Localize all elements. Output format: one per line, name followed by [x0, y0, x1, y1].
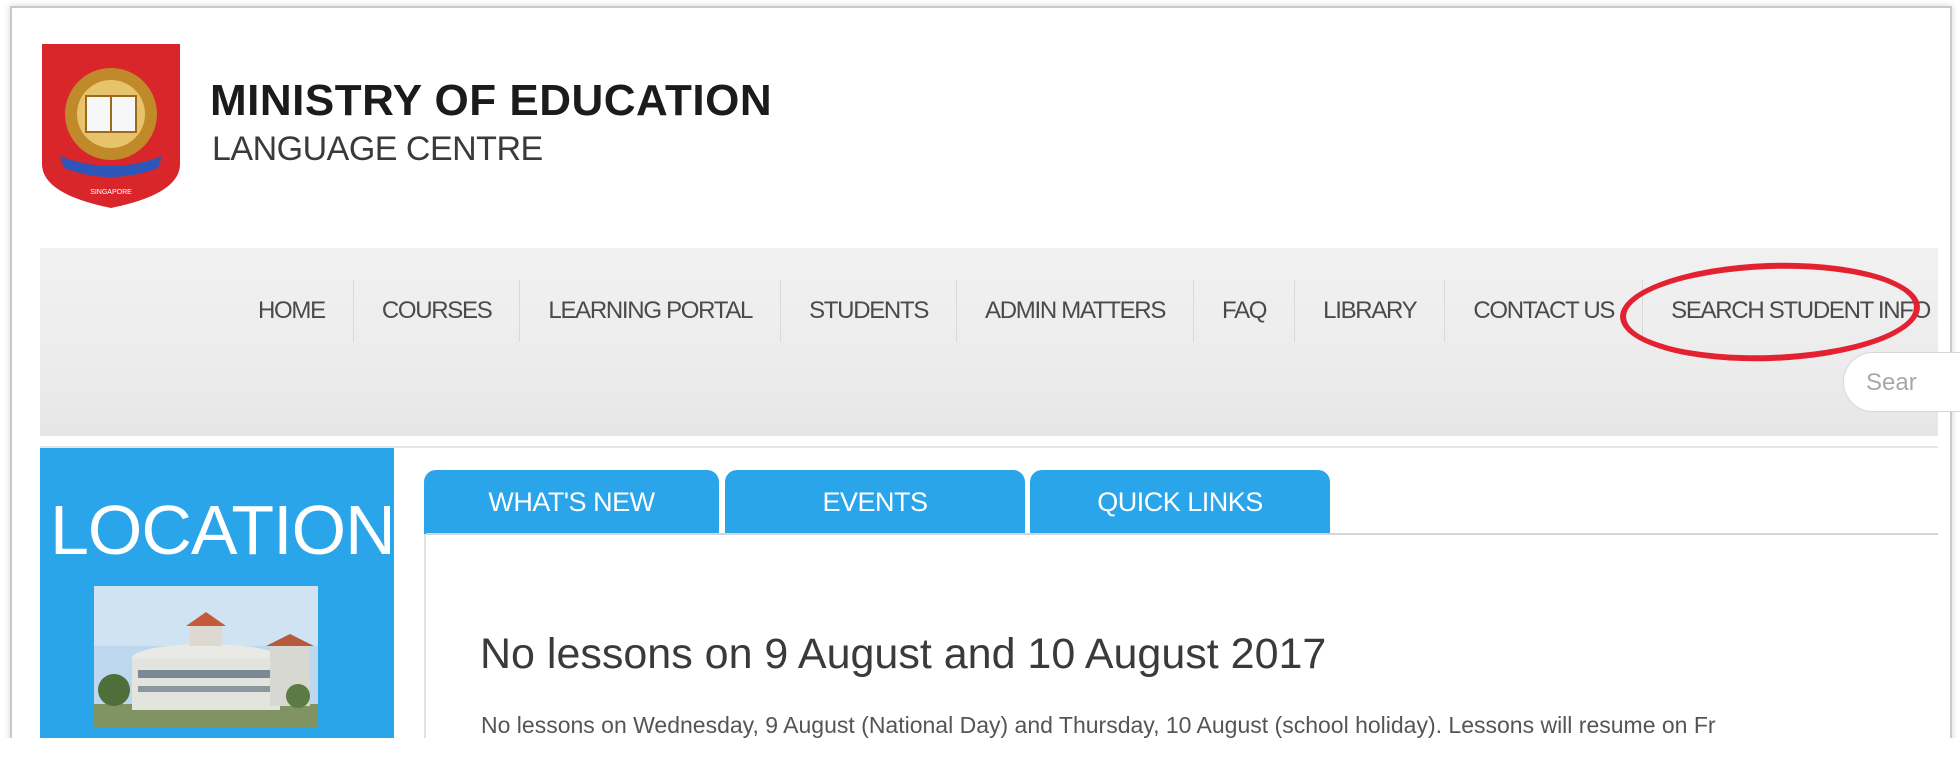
content-left-border [424, 534, 426, 744]
nav-home[interactable]: HOME [240, 280, 353, 342]
page-bottom-edge [0, 738, 1960, 778]
tab-events[interactable]: EVENTS [725, 470, 1025, 534]
tab-underline [426, 533, 1938, 535]
tab-whats-new[interactable]: WHAT'S NEW [424, 470, 719, 534]
nav-students[interactable]: STUDENTS [780, 280, 956, 342]
site-subtitle: LANGUAGE CENTRE [212, 130, 543, 168]
tab-quick-links[interactable]: QUICK LINKS [1030, 470, 1330, 534]
nav-contact-us[interactable]: CONTACT US [1444, 280, 1642, 342]
building-photo[interactable] [94, 586, 318, 728]
logo-text: SINGAPORE [90, 189, 132, 196]
nav-learning-portal[interactable]: LEARNING PORTAL [519, 280, 780, 342]
site-title: MINISTRY OF EDUCATION [210, 76, 773, 125]
search-input[interactable]: Sear [1843, 352, 1960, 412]
nav-library[interactable]: LIBRARY [1294, 280, 1444, 342]
news-heading[interactable]: No lessons on 9 August and 10 August 201… [480, 630, 1326, 679]
nav-courses[interactable]: COURSES [352, 280, 520, 342]
nav-faq[interactable]: FAQ [1193, 280, 1294, 342]
ministry-crest-logo[interactable]: SINGAPORE [40, 44, 182, 208]
nav-admin-matters[interactable]: ADMIN MATTERS [956, 280, 1193, 342]
location-title: LOCATION [50, 491, 396, 569]
news-body: No lessons on Wednesday, 9 August (Natio… [481, 712, 1716, 738]
